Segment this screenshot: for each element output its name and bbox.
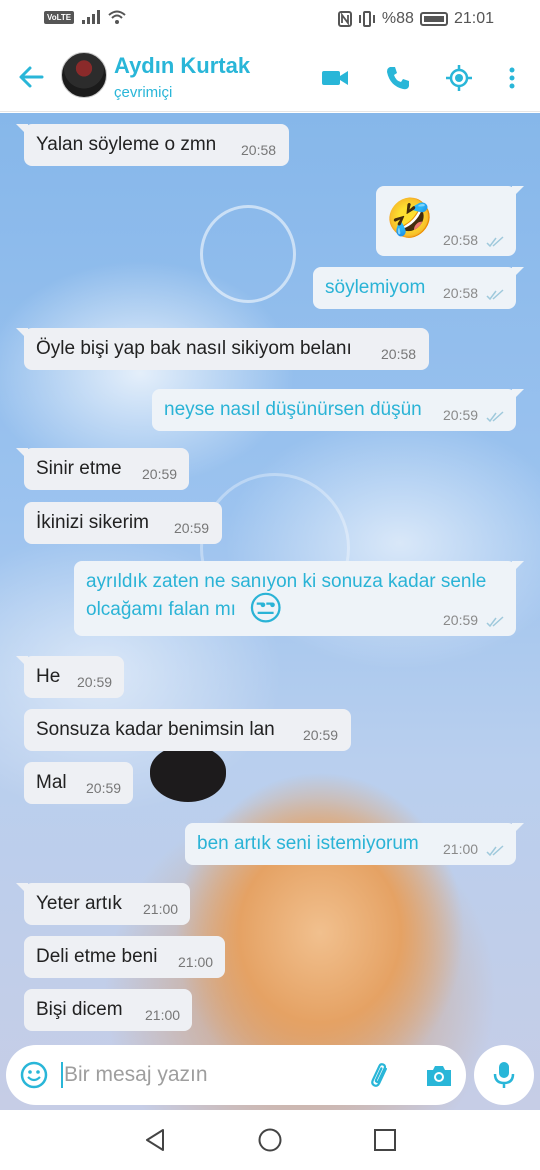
contact-name[interactable]: Aydın Kurtak — [114, 53, 250, 79]
message-time: 20:59 — [174, 520, 210, 536]
contact-status: çevrimiçi — [114, 84, 173, 101]
read-ticks-icon — [486, 411, 504, 423]
message-input[interactable]: Bir mesaj yazın — [64, 1063, 208, 1087]
message-text: Deli etme beni — [36, 946, 158, 967]
message-text: neyse nasıl düşünürsen düşün — [164, 399, 422, 420]
message-incoming[interactable]: Yeter artık 21:00 — [16, 883, 190, 925]
message-incoming[interactable]: Öyle bişi yap bak nasıl sikiyom belanı 2… — [16, 328, 429, 370]
rolling-on-floor-laughing-icon: 🤣 — [386, 198, 434, 240]
message-time: 21:00 — [178, 954, 214, 970]
message-time: 20:59 — [303, 727, 339, 743]
battery-percent: %88 — [381, 10, 414, 27]
message-time: 20:59 — [443, 612, 479, 628]
message-text: İkinizi sikerim — [36, 512, 149, 533]
message-text: Sonsuza kadar benimsin lan — [36, 719, 275, 740]
microphone-icon — [493, 1062, 515, 1088]
message-incoming[interactable]: İkinizi sikerim 20:59 — [24, 502, 222, 544]
vibrate-icon — [358, 11, 375, 27]
message-time: 20:59 — [77, 674, 113, 690]
camera-icon[interactable] — [424, 1061, 454, 1091]
video-call-icon[interactable] — [321, 64, 349, 92]
message-text: Yalan söyleme o zmn — [36, 134, 217, 155]
back-nav-icon[interactable] — [143, 1128, 167, 1152]
message-time: 20:59 — [86, 780, 122, 796]
location-icon[interactable] — [445, 64, 473, 92]
read-ticks-icon — [486, 845, 504, 857]
message-incoming[interactable]: Deli etme beni 21:00 — [24, 936, 225, 978]
message-time: 21:00 — [143, 901, 179, 917]
emoji-icon[interactable] — [20, 1061, 48, 1089]
message-text: söylemiyom — [325, 277, 426, 298]
nfc-icon — [337, 11, 352, 27]
message-incoming[interactable]: Sonsuza kadar benimsin lan 20:59 — [24, 709, 351, 751]
message-outgoing[interactable]: neyse nasıl düşünürsen düşün 20:59 — [152, 389, 524, 431]
message-text: ben artık seni istemiyorum — [197, 833, 419, 854]
message-time: 20:59 — [443, 407, 479, 423]
message-incoming[interactable]: Sinir etme 20:59 — [16, 448, 189, 490]
message-text: Mal — [36, 772, 67, 793]
phone-icon[interactable] — [384, 64, 412, 92]
message-time: 20:58 — [381, 346, 417, 362]
clock: 21:01 — [453, 10, 494, 27]
message-text: Sinir etme — [36, 458, 122, 479]
message-time: 20:58 — [443, 285, 479, 301]
message-time: 20:58 — [443, 232, 479, 248]
message-time: 21:00 — [145, 1007, 181, 1023]
system-navigation-bar — [0, 1110, 540, 1170]
wallpaper-dog-nose — [150, 746, 226, 802]
message-time: 21:00 — [443, 841, 479, 857]
signal-icon — [82, 10, 101, 24]
message-outgoing[interactable]: söylemiyom 20:58 — [313, 267, 524, 309]
message-outgoing[interactable]: ben artık seni istemiyorum 21:00 — [185, 823, 524, 865]
read-ticks-icon — [486, 616, 504, 628]
message-incoming[interactable]: Yalan söyleme o zmn 20:58 — [16, 124, 289, 166]
message-text-line: ayrıldık zaten ne sanıyon ki sonuza kada… — [86, 571, 487, 592]
message-incoming[interactable]: Mal 20:59 — [24, 762, 133, 804]
message-text: Yeter artık — [36, 893, 122, 914]
attach-icon[interactable] — [366, 1061, 396, 1091]
message-incoming[interactable]: He 20:59 — [16, 656, 124, 698]
recents-nav-icon[interactable] — [373, 1128, 397, 1152]
message-text: Öyle bişi yap bak nasıl sikiyom belanı — [36, 338, 352, 359]
message-time: 20:58 — [241, 142, 277, 158]
more-options-icon[interactable] — [498, 64, 526, 92]
read-ticks-icon — [486, 236, 504, 248]
avatar[interactable] — [61, 52, 107, 98]
volte-indicator: VoLTE — [44, 10, 75, 24]
status-bar: VoLTE %88 21:01 — [0, 0, 540, 40]
message-text: He — [36, 666, 61, 687]
message-outgoing[interactable]: 🤣 20:58 — [376, 186, 524, 256]
battery-icon — [419, 12, 448, 26]
message-text-line: olcağamı falan mı — [86, 599, 236, 620]
chat-header: Aydın Kurtak çevrimiçi — [0, 40, 540, 112]
message-incoming[interactable]: Bişi dicem 21:00 — [24, 989, 192, 1031]
wallpaper-bubble — [200, 205, 296, 303]
wifi-icon — [108, 10, 126, 24]
voice-record-button[interactable] — [474, 1045, 534, 1105]
home-nav-icon[interactable] — [258, 1128, 282, 1152]
chat-area[interactable]: Yalan söyleme o zmn 20:58 🤣 20:58 söylem… — [0, 113, 540, 1110]
read-ticks-icon — [486, 289, 504, 301]
back-arrow-icon[interactable] — [16, 62, 46, 92]
message-outgoing[interactable]: ayrıldık zaten ne sanıyon ki sonuza kada… — [74, 561, 524, 636]
text-cursor — [61, 1062, 63, 1088]
message-composer[interactable]: Bir mesaj yazın — [6, 1045, 466, 1105]
unamused-face-icon: 😒 — [248, 590, 284, 628]
message-time: 20:59 — [142, 466, 178, 482]
message-text: Bişi dicem — [36, 999, 123, 1020]
